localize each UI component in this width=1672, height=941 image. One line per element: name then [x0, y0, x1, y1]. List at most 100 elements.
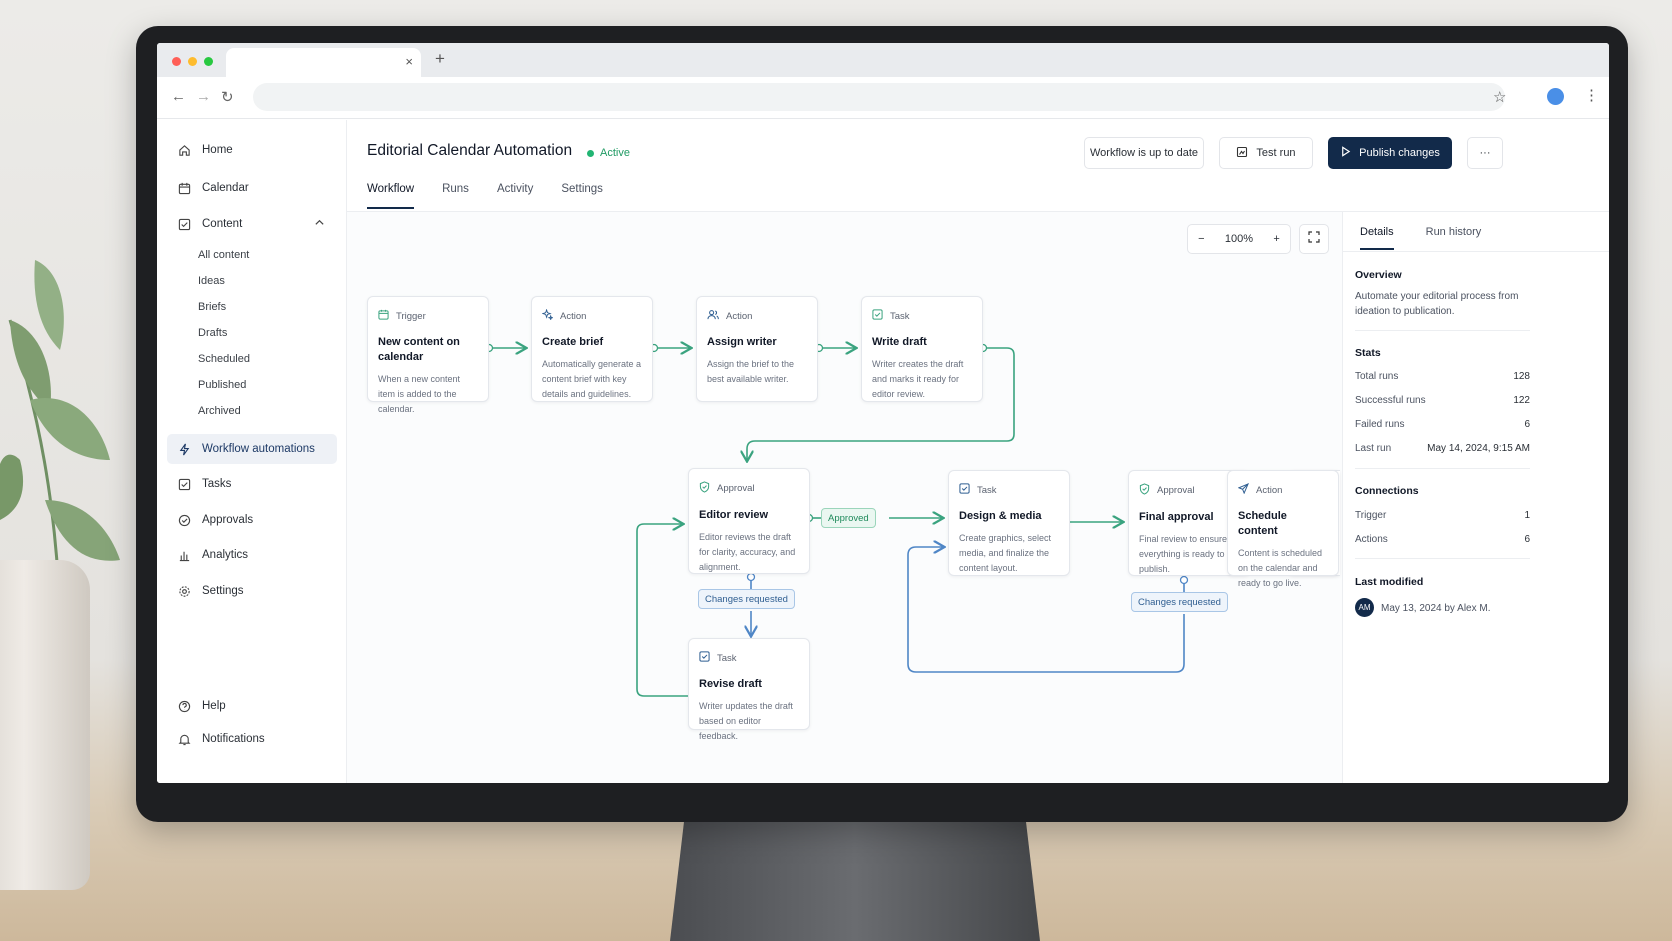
- window-controls: [172, 57, 213, 66]
- sidebar-item-help[interactable]: Help: [167, 691, 337, 721]
- sidebar-subitem-archived[interactable]: Archived: [198, 405, 241, 417]
- chevron-up-icon[interactable]: [314, 217, 325, 231]
- edge-label-changes-requested-final[interactable]: Changes requested: [1131, 592, 1228, 612]
- status-badge: Active: [587, 147, 630, 159]
- node-name: Editor review: [699, 509, 769, 521]
- node-kind: Action: [541, 308, 642, 323]
- sidebar-subitem-ideas[interactable]: Ideas: [198, 275, 225, 287]
- zoom-in-button[interactable]: +: [1273, 233, 1279, 245]
- sidebar-item-notifications[interactable]: Notifications: [167, 724, 337, 754]
- edge-label-changes-requested[interactable]: Changes requested: [698, 589, 795, 609]
- sidebar-item-settings[interactable]: Settings: [167, 576, 337, 606]
- node-kind: Trigger: [378, 309, 478, 323]
- sidebar-item-home[interactable]: Home: [167, 135, 337, 165]
- stat-row-failed-runs: Failed runs 6: [1355, 419, 1530, 430]
- sidebar-subitem-published[interactable]: Published: [198, 379, 246, 391]
- sidebar-subitem-all-content[interactable]: All content: [198, 249, 249, 261]
- forward-icon[interactable]: →: [196, 88, 211, 105]
- stat-value: 122: [1513, 395, 1530, 406]
- node-schedule-content[interactable]: Action Schedule content Content is sched…: [1227, 470, 1339, 588]
- stats-heading: Stats: [1355, 347, 1381, 359]
- publish-label: Publish changes: [1359, 147, 1440, 159]
- browser-tab[interactable]: ×: [226, 48, 421, 77]
- back-icon[interactable]: ←: [171, 88, 186, 105]
- home-icon: [177, 143, 191, 157]
- zoom-out-button[interactable]: −: [1198, 233, 1204, 245]
- monitor-stand: [670, 815, 1040, 941]
- sidebar-item-label: Analytics: [202, 549, 249, 561]
- edge-label-approved[interactable]: Approved: [821, 508, 876, 528]
- sidebar: Home Calendar Content All content Ideas …: [157, 120, 347, 783]
- sidebar-item-content[interactable]: Content: [167, 209, 337, 239]
- maximize-window-dot[interactable]: [204, 57, 213, 66]
- stat-label: Failed runs: [1355, 419, 1405, 430]
- browser-menu-icon[interactable]: ⋮: [1584, 86, 1599, 104]
- sidebar-subitem-briefs[interactable]: Briefs: [198, 301, 226, 313]
- node-kind: Action: [707, 309, 807, 323]
- node-name: Schedule content: [1238, 510, 1287, 537]
- overview-heading: Overview: [1355, 269, 1402, 281]
- node-name: Design & media: [959, 510, 1042, 522]
- node-desc: Assign the brief to the best available w…: [707, 359, 795, 384]
- profile-avatar[interactable]: [1547, 88, 1564, 105]
- tab-runs[interactable]: Runs: [442, 183, 469, 209]
- sidebar-item-label: Help: [202, 700, 226, 712]
- send-icon: [1237, 482, 1250, 497]
- sidebar-subitem-scheduled[interactable]: Scheduled: [198, 353, 250, 365]
- new-tab-button[interactable]: +: [435, 49, 445, 69]
- tab-details[interactable]: Details: [1360, 226, 1394, 250]
- tab-close-icon[interactable]: ×: [405, 54, 413, 69]
- bookmark-star-icon[interactable]: ☆: [1493, 88, 1506, 106]
- connection-label: Trigger: [1355, 510, 1387, 521]
- publish-changes-button[interactable]: Publish changes: [1328, 137, 1452, 169]
- avatar: AM: [1355, 598, 1374, 617]
- sidebar-item-calendar[interactable]: Calendar: [167, 173, 337, 203]
- address-bar[interactable]: [253, 83, 1505, 111]
- lightning-icon: [177, 442, 191, 456]
- tab-settings[interactable]: Settings: [561, 183, 603, 209]
- connection-row-actions: Actions 6: [1355, 534, 1530, 545]
- node-name: Write draft: [872, 336, 927, 348]
- last-modified-text: May 13, 2024 by Alex M.: [1381, 603, 1491, 614]
- stat-row-last-run: Last run May 14, 2024, 9:15 AM: [1355, 443, 1530, 454]
- zoom-control: − 100% +: [1187, 224, 1291, 254]
- node-create-brief[interactable]: Action Create brief Automatically genera…: [531, 296, 653, 402]
- minimize-window-dot[interactable]: [188, 57, 197, 66]
- sidebar-item-tasks[interactable]: Tasks: [167, 469, 337, 499]
- sidebar-subitem-drafts[interactable]: Drafts: [198, 327, 227, 339]
- tab-activity[interactable]: Activity: [497, 183, 533, 209]
- tab-workflow[interactable]: Workflow: [367, 183, 415, 209]
- status-dot: [587, 149, 594, 157]
- browser-tabstrip: × +: [157, 43, 1609, 77]
- reload-icon[interactable]: ↻: [221, 88, 234, 106]
- node-assign-writer[interactable]: Action Assign writer Assign the brief to…: [696, 296, 818, 402]
- more-options-button[interactable]: ···: [1467, 137, 1503, 169]
- node-design-media[interactable]: Task Design & media Create graphics, sel…: [948, 470, 1070, 576]
- node-name: New content on calendar: [378, 336, 460, 363]
- page-title: Editorial Calendar Automation: [367, 142, 573, 159]
- node-revise-draft[interactable]: Task Revise draft Writer updates the dra…: [688, 638, 810, 741]
- app: Home Calendar Content All content Ideas …: [157, 120, 1609, 783]
- node-kind: Approval: [1139, 483, 1239, 498]
- node-kind-label: Task: [890, 310, 910, 322]
- close-window-dot[interactable]: [172, 57, 181, 66]
- sidebar-item-workflow-automations[interactable]: Workflow automations: [167, 434, 337, 464]
- connection-value: 6: [1524, 534, 1530, 545]
- sidebar-item-label: Tasks: [202, 478, 232, 490]
- test-run-button[interactable]: Test run: [1219, 137, 1313, 169]
- node-write-draft[interactable]: Task Write draft Writer creates the draf…: [861, 296, 983, 402]
- browser-toolbar: ← → ↻ ☆ ⋮: [157, 77, 1609, 119]
- sidebar-item-approvals[interactable]: Approvals: [167, 505, 337, 535]
- stat-label: Successful runs: [1355, 395, 1426, 406]
- node-trigger[interactable]: Trigger New content on calendar When a n…: [367, 296, 489, 414]
- sidebar-item-label: Content: [202, 218, 243, 230]
- node-kind-label: Trigger: [396, 310, 426, 322]
- node-kind: Task: [699, 651, 799, 665]
- node-editor-review[interactable]: Approval Editor review Editor reviews th…: [688, 468, 810, 574]
- tab-run-history[interactable]: Run history: [1426, 226, 1482, 250]
- fullscreen-button[interactable]: [1299, 224, 1329, 254]
- sidebar-item-analytics[interactable]: Analytics: [167, 540, 337, 570]
- workflow-canvas[interactable]: − 100% + Trigger New content on calendar…: [347, 212, 1342, 783]
- details-panel: Details Run history Overview Automate yo…: [1342, 212, 1609, 783]
- shield-check-icon: [1139, 483, 1150, 498]
